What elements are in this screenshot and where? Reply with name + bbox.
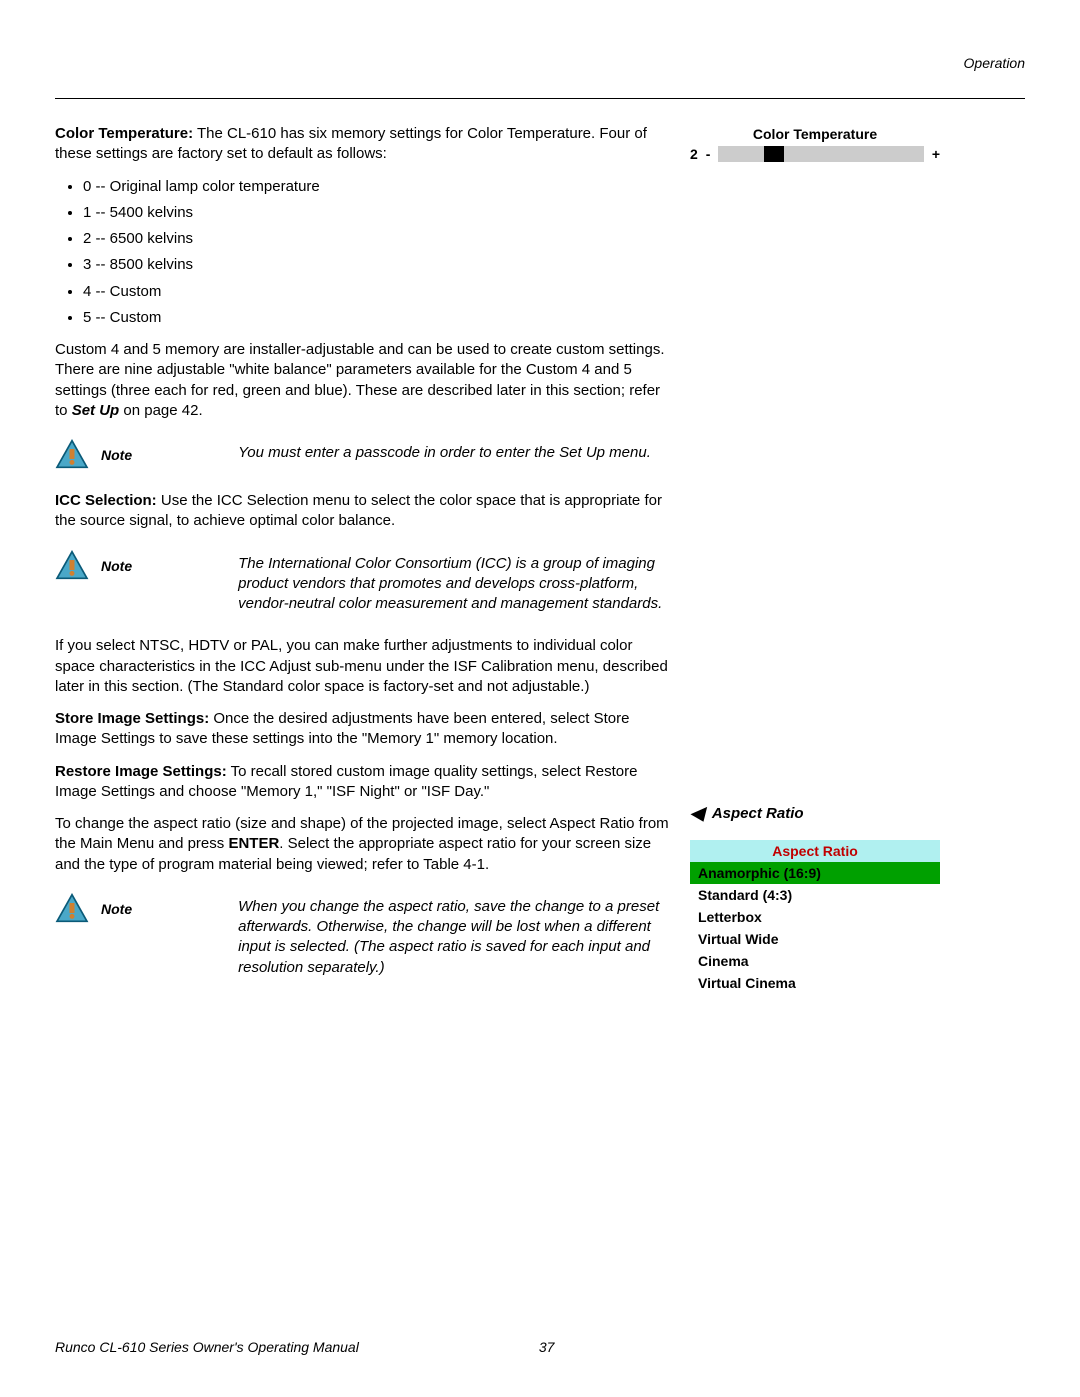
icc-para1: ICC Selection: Use the ICC Selection men… <box>55 491 670 532</box>
ar-menu-title: Aspect Ratio <box>690 840 940 862</box>
color-temp-heading: Color Temperature: <box>55 125 193 142</box>
header-section-label: Operation <box>964 55 1025 71</box>
warning-triangle-icon <box>55 439 89 469</box>
list-item: 2 -- 6500 kelvins <box>83 229 670 249</box>
note-text: When you change the aspect ratio, save t… <box>146 893 670 978</box>
ct-slider-bar <box>718 146 923 162</box>
ct-value: 2 <box>690 146 698 162</box>
list-item: 0 -- Original lamp color temperature <box>83 177 670 197</box>
ct-widget-title: Color Temperature <box>690 126 940 142</box>
aspect-ratio-section-heading: ◀ Aspect Ratio <box>690 804 940 822</box>
ar-menu-item-selected: Anamorphic (16:9) <box>690 862 940 884</box>
note-icon-wrap <box>55 439 89 469</box>
color-temp-intro: Color Temperature: The CL-610 has six me… <box>55 124 670 165</box>
ar-menu-item: Virtual Wide <box>690 928 940 950</box>
sidebar-column: Color Temperature 2 - + ◀ Aspect Ratio A… <box>690 124 940 1000</box>
note-icon-wrap <box>55 893 89 923</box>
aspect-ratio-menu: Aspect Ratio Anamorphic (16:9) Standard … <box>690 840 940 994</box>
top-rule <box>55 98 1025 99</box>
ar-menu-item: Virtual Cinema <box>690 972 940 994</box>
color-temperature-widget: Color Temperature 2 - + <box>690 126 940 162</box>
warning-triangle-icon <box>55 893 89 923</box>
note-label: Note <box>101 901 132 917</box>
ar-menu-item: Standard (4:3) <box>690 884 940 906</box>
main-content-column: Color Temperature: The CL-610 has six me… <box>55 124 670 1000</box>
color-temp-custom-para: Custom 4 and 5 memory are installer-adju… <box>55 340 670 421</box>
icc-para2: If you select NTSC, HDTV or PAL, you can… <box>55 636 670 697</box>
note-block: Note You must enter a passcode in order … <box>55 439 670 469</box>
note-text: The International Color Consortium (ICC)… <box>146 550 670 615</box>
note-icon-wrap <box>55 550 89 580</box>
ar-menu-item: Cinema <box>690 950 940 972</box>
list-item: 1 -- 5400 kelvins <box>83 203 670 223</box>
color-temp-list: 0 -- Original lamp color temperature 1 -… <box>55 177 670 329</box>
store-para: Store Image Settings: Once the desired a… <box>55 709 670 750</box>
note-block: Note When you change the aspect ratio, s… <box>55 893 670 978</box>
icc-heading: ICC Selection: <box>55 492 157 509</box>
aspect-ratio-heading-text: Aspect Ratio <box>712 805 804 822</box>
ct-plus: + <box>932 146 940 162</box>
enter-key-ref: ENTER <box>228 835 279 852</box>
text-run: on page 42. <box>119 402 202 419</box>
list-item: 4 -- Custom <box>83 282 670 302</box>
ct-minus: - <box>706 146 711 162</box>
aspect-para: To change the aspect ratio (size and sha… <box>55 814 670 875</box>
list-item: 5 -- Custom <box>83 308 670 328</box>
note-text: You must enter a passcode in order to en… <box>146 439 670 463</box>
footer-manual-title: Runco CL-610 Series Owner's Operating Ma… <box>55 1339 359 1355</box>
note-label: Note <box>101 447 132 463</box>
setup-ref: Set Up <box>72 402 120 419</box>
store-heading: Store Image Settings: <box>55 710 209 727</box>
page-number: 37 <box>539 1339 555 1355</box>
ar-menu-item: Letterbox <box>690 906 940 928</box>
ct-slider-indicator <box>764 146 784 162</box>
note-label: Note <box>101 558 132 574</box>
restore-para: Restore Image Settings: To recall stored… <box>55 762 670 803</box>
left-arrow-icon: ◀ <box>690 804 704 822</box>
restore-heading: Restore Image Settings: <box>55 763 227 780</box>
list-item: 3 -- 8500 kelvins <box>83 255 670 275</box>
note-block: Note The International Color Consortium … <box>55 550 670 615</box>
warning-triangle-icon <box>55 550 89 580</box>
page-footer: Runco CL-610 Series Owner's Operating Ma… <box>55 1339 1025 1355</box>
